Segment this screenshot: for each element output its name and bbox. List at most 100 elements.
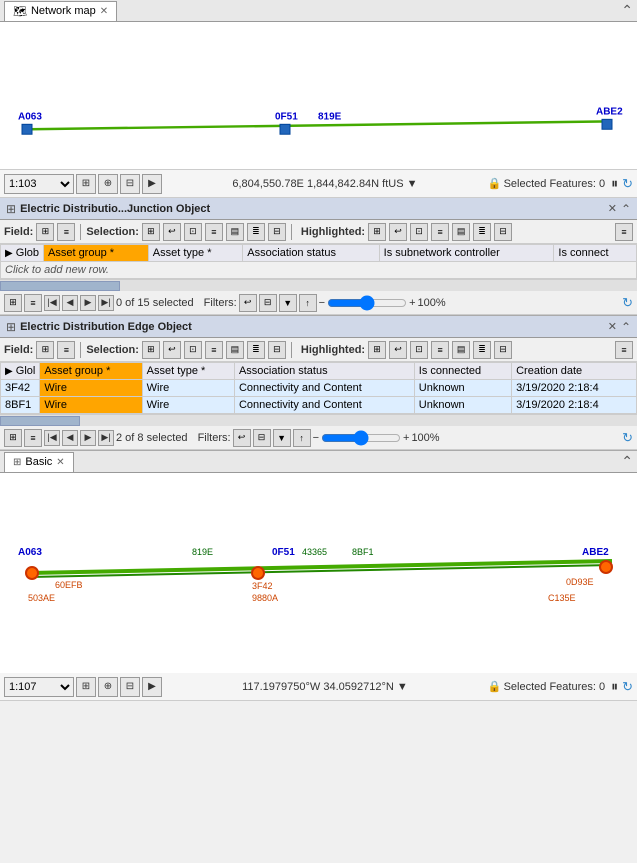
ebt-first[interactable]: |◀ xyxy=(44,430,60,446)
js-btn6[interactable]: ≣ xyxy=(247,223,265,241)
jf-filter2[interactable]: ⊟ xyxy=(259,294,277,312)
ef-btn2[interactable]: ≡ xyxy=(57,341,75,359)
pause-btn[interactable]: ⏸ xyxy=(611,175,618,192)
ebt-last[interactable]: ▶| xyxy=(98,430,114,446)
tab-close-icon[interactable]: ✕ xyxy=(100,6,108,17)
panel-expand-icon[interactable]: ⌃ xyxy=(621,2,633,19)
eh-settings[interactable]: ≡ xyxy=(615,341,633,359)
eh-btn5[interactable]: ▤ xyxy=(452,341,470,359)
js-btn3[interactable]: ⊡ xyxy=(184,223,202,241)
jbt-next[interactable]: ▶ xyxy=(80,295,96,311)
j-slider-minus[interactable]: − xyxy=(319,297,325,309)
junction-add-row[interactable]: Click to add new row. xyxy=(1,262,637,279)
sync-btn[interactable]: ⊞ xyxy=(76,174,96,194)
edge-panel-close[interactable]: ✕ xyxy=(608,320,617,333)
jbt-last[interactable]: ▶| xyxy=(98,295,114,311)
jh-btn7[interactable]: ⊟ xyxy=(494,223,512,241)
junction-refresh-btn[interactable]: ↻ xyxy=(622,295,633,311)
basic-scale-select[interactable]: 1:107 xyxy=(4,677,74,697)
e-slider-plus[interactable]: + xyxy=(403,432,409,444)
basic-tab[interactable]: ⊞ Basic ✕ xyxy=(4,452,74,472)
table-row[interactable]: 8BF1 Wire Wire Connectivity and Content … xyxy=(1,397,637,414)
e-slider-minus[interactable]: − xyxy=(313,432,319,444)
js-btn2[interactable]: ↩ xyxy=(163,223,181,241)
edge-panel-expand[interactable]: ⌃ xyxy=(621,320,631,334)
junction-scrollbar[interactable] xyxy=(0,279,637,291)
ebt-prev[interactable]: ◀ xyxy=(62,430,78,446)
zoom-btn[interactable]: ⊕ xyxy=(98,174,118,194)
edge-col-asset-group[interactable]: Asset group * xyxy=(40,363,142,380)
jh-btn2[interactable]: ↩ xyxy=(389,223,407,241)
basic-coords-dropdown[interactable]: ▼ xyxy=(397,681,408,693)
es-btn4[interactable]: ≡ xyxy=(205,341,223,359)
eh-btn2[interactable]: ↩ xyxy=(389,341,407,359)
jf-filter3[interactable]: ▼ xyxy=(279,294,297,312)
coords-dropdown[interactable]: ▼ xyxy=(407,178,418,190)
basic-sync-btn[interactable]: ⊞ xyxy=(76,677,96,697)
ef-filter1[interactable]: ↩ xyxy=(233,429,251,447)
junction-scroll-thumb[interactable] xyxy=(0,281,120,291)
ebt-view2[interactable]: ≡ xyxy=(24,429,42,447)
basic-arrow-btn[interactable]: ▶ xyxy=(142,677,162,697)
grid-btn[interactable]: ⊟ xyxy=(120,174,140,194)
junction-col-asset-group[interactable]: Asset group * xyxy=(44,245,149,262)
jh-btn1[interactable]: ⊞ xyxy=(368,223,386,241)
basic-pause-btn[interactable]: ⏸ xyxy=(611,678,618,695)
ebt-view1[interactable]: ⊞ xyxy=(4,429,22,447)
js-btn4[interactable]: ≡ xyxy=(205,223,223,241)
arrow-btn[interactable]: ▶ xyxy=(142,174,162,194)
es-btn2[interactable]: ↩ xyxy=(163,341,181,359)
edge-refresh-btn[interactable]: ↻ xyxy=(622,430,633,446)
jbt-view2[interactable]: ≡ xyxy=(24,294,42,312)
js-btn1[interactable]: ⊞ xyxy=(142,223,160,241)
es-btn7[interactable]: ⊟ xyxy=(268,341,286,359)
scale-select[interactable]: 1:103 xyxy=(4,174,74,194)
network-map-tab[interactable]: 🗺 Network map ✕ xyxy=(4,1,117,21)
table-row[interactable]: 3F42 Wire Wire Connectivity and Content … xyxy=(1,380,637,397)
expand-icon[interactable]: ▶ xyxy=(5,248,13,259)
basic-zoom-btn[interactable]: ⊕ xyxy=(98,677,118,697)
edge-scrollbar[interactable] xyxy=(0,414,637,426)
basic-grid-btn[interactable]: ⊟ xyxy=(120,677,140,697)
es-btn3[interactable]: ⊡ xyxy=(184,341,202,359)
es-btn1[interactable]: ⊞ xyxy=(142,341,160,359)
refresh-top-btn[interactable]: ↻ xyxy=(622,176,633,192)
jf-filter4[interactable]: ↑ xyxy=(299,294,317,312)
ef-filter4[interactable]: ↑ xyxy=(293,429,311,447)
jh-btn4[interactable]: ≡ xyxy=(431,223,449,241)
junction-panel-close[interactable]: ✕ xyxy=(608,202,617,215)
jf-btn2[interactable]: ≡ xyxy=(57,223,75,241)
ef-filter2[interactable]: ⊟ xyxy=(253,429,271,447)
eh-btn3[interactable]: ⊡ xyxy=(410,341,428,359)
eh-btn6[interactable]: ≣ xyxy=(473,341,491,359)
junction-zoom-slider[interactable] xyxy=(327,295,407,311)
es-btn5[interactable]: ▤ xyxy=(226,341,244,359)
ebt-next[interactable]: ▶ xyxy=(80,430,96,446)
j-slider-plus[interactable]: + xyxy=(409,297,415,309)
eh-btn7[interactable]: ⊟ xyxy=(494,341,512,359)
jbt-first[interactable]: |◀ xyxy=(44,295,60,311)
basic-refresh-btn[interactable]: ↻ xyxy=(622,679,633,695)
jh-settings[interactable]: ≡ xyxy=(615,223,633,241)
jh-btn5[interactable]: ▤ xyxy=(452,223,470,241)
junction-click-add[interactable]: Click to add new row. xyxy=(1,262,637,279)
js-btn7[interactable]: ⊟ xyxy=(268,223,286,241)
junction-panel-expand[interactable]: ⌃ xyxy=(621,202,631,216)
jbt-prev[interactable]: ◀ xyxy=(62,295,78,311)
jf-btn1[interactable]: ⊞ xyxy=(36,223,54,241)
ef-filter3[interactable]: ▼ xyxy=(273,429,291,447)
jf-filter1[interactable]: ↩ xyxy=(239,294,257,312)
jh-btn3[interactable]: ⊡ xyxy=(410,223,428,241)
js-btn5[interactable]: ▤ xyxy=(226,223,244,241)
eh-btn1[interactable]: ⊞ xyxy=(368,341,386,359)
jbt-view1[interactable]: ⊞ xyxy=(4,294,22,312)
eh-btn4[interactable]: ≡ xyxy=(431,341,449,359)
basic-panel-expand[interactable]: ⌃ xyxy=(621,453,633,470)
edge-scroll-thumb[interactable] xyxy=(0,416,80,426)
ef-btn1[interactable]: ⊞ xyxy=(36,341,54,359)
basic-tab-close[interactable]: ✕ xyxy=(56,457,64,468)
es-btn6[interactable]: ≣ xyxy=(247,341,265,359)
jh-btn6[interactable]: ≣ xyxy=(473,223,491,241)
edge-zoom-slider[interactable] xyxy=(321,430,401,446)
edge-expand-icon[interactable]: ▶ xyxy=(5,366,13,377)
